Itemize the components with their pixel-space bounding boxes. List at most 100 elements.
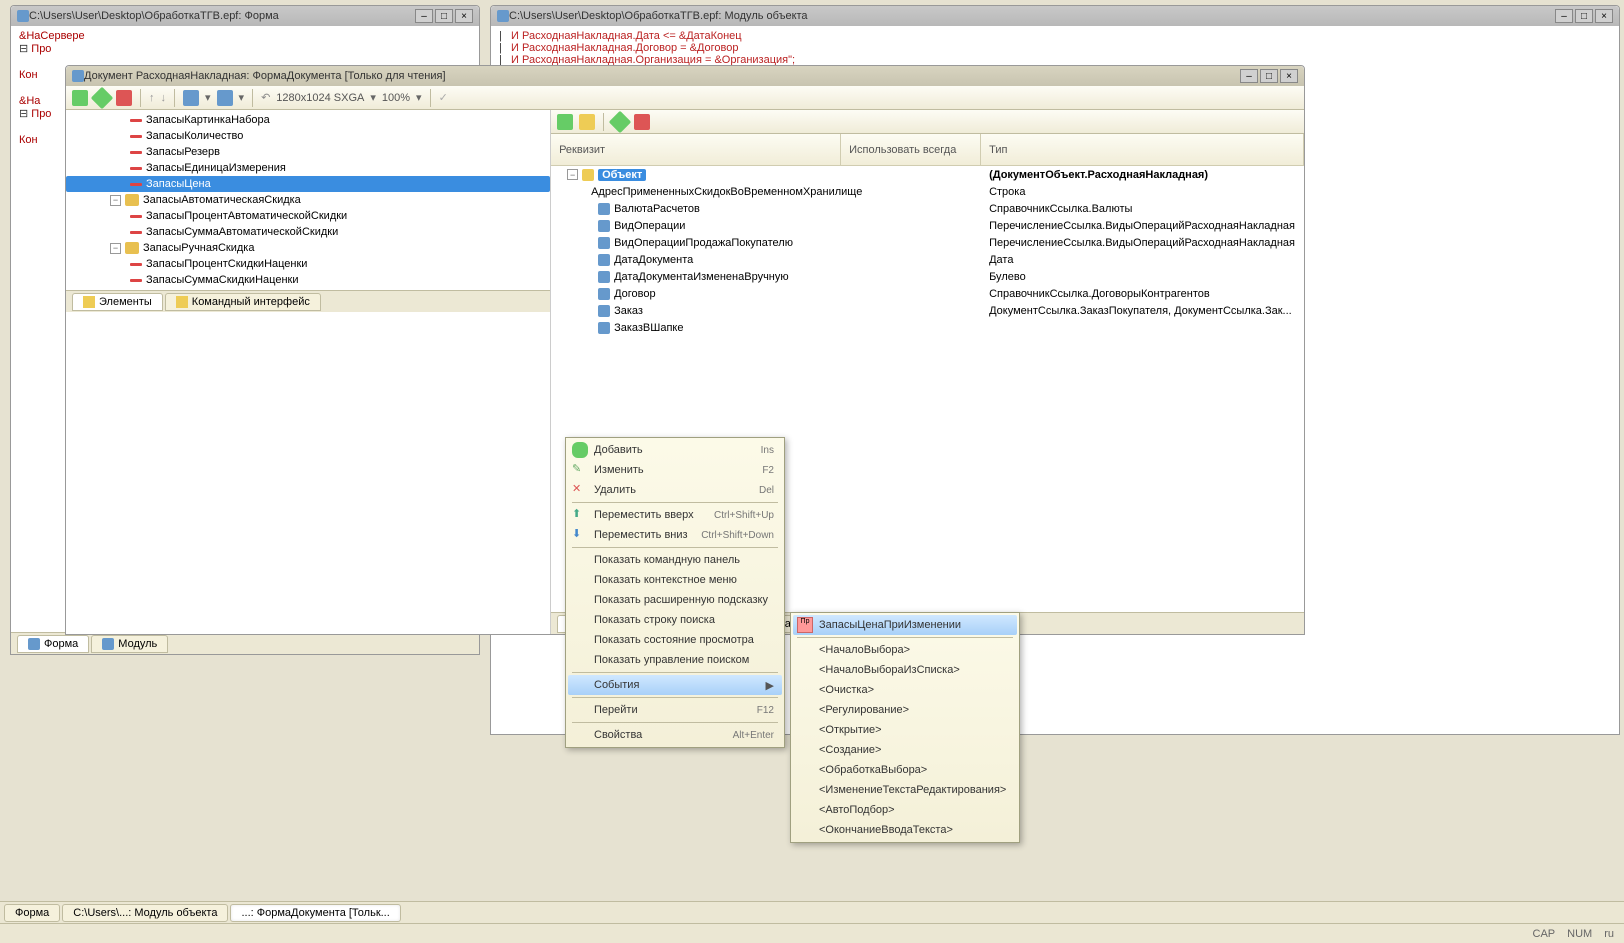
event-item[interactable]: <НачалоВыбора> xyxy=(793,640,1017,660)
task-form-document[interactable]: ...: ФормаДокумента [Тольк... xyxy=(230,904,400,922)
ctx-add[interactable]: ДобавитьIns xyxy=(568,440,782,460)
ctx-properties[interactable]: СвойстваAlt+Enter xyxy=(568,725,782,745)
requisite-row[interactable]: ВидОперацииПеречислениеСсылка.ВидыОперац… xyxy=(551,217,1304,234)
close-button[interactable]: × xyxy=(1280,69,1298,83)
titlebar[interactable]: C:\Users\User\Desktop\ОбработкаТГВ.epf: … xyxy=(491,6,1619,26)
requisite-row[interactable]: ЗаказВШапке xyxy=(551,319,1304,336)
ctx-show-view[interactable]: Показать состояние просмотра xyxy=(568,630,782,650)
status-cap: CAP xyxy=(1533,928,1556,940)
titlebar[interactable]: C:\Users\User\Desktop\ОбработкаТГВ.epf: … xyxy=(11,6,479,26)
event-item[interactable]: <ИзменениеТекстаРедактирования> xyxy=(793,780,1017,800)
ctx-goto[interactable]: ПерейтиF12 xyxy=(568,700,782,720)
up-arrow-icon[interactable]: ↑ xyxy=(149,92,155,104)
code-editor[interactable]: | И РасходнаяНакладная.Дата <= &ДатаКоне… xyxy=(491,26,1619,70)
requisite-row[interactable]: ДатаДокументаДата xyxy=(551,251,1304,268)
event-item[interactable]: <ОкончаниеВводаТекста> xyxy=(793,820,1017,840)
ctx-show-context[interactable]: Показать контекстное меню xyxy=(568,570,782,590)
col-use-always[interactable]: Использовать всегда xyxy=(841,134,981,165)
task-module[interactable]: C:\Users\...: Модуль объекта xyxy=(62,904,228,922)
app-icon xyxy=(497,10,509,22)
requisite-row[interactable]: ЗаказДокументСсылка.ЗаказПокупателя, Док… xyxy=(551,302,1304,319)
window1-tabs: Форма Модуль xyxy=(11,632,479,654)
event-on-change[interactable]: ПрЗапасыЦенаПриИзменении xyxy=(793,615,1017,635)
requisite-row[interactable]: ВидОперацииПродажаПокупателюПеречисление… xyxy=(551,234,1304,251)
delete-icon[interactable] xyxy=(634,114,650,130)
ctx-events[interactable]: События▶ xyxy=(568,675,782,695)
maximize-button[interactable]: □ xyxy=(435,9,453,23)
event-item[interactable]: <ОбработкаВыбора> xyxy=(793,760,1017,780)
tree-item[interactable]: ЗапасыПроцентАвтоматическойСкидки xyxy=(66,208,550,224)
requisite-row[interactable]: −Объект(ДокументОбъект.РасходнаяНакладна… xyxy=(551,166,1304,183)
maximize-button[interactable]: □ xyxy=(1575,9,1593,23)
minimize-button[interactable]: – xyxy=(415,9,433,23)
code-line: Про xyxy=(31,43,51,55)
ctx-delete[interactable]: ✕УдалитьDel xyxy=(568,480,782,500)
tree-item[interactable]: ЗапасыКоличество xyxy=(66,128,550,144)
down-arrow-icon[interactable]: ↓ xyxy=(161,92,167,104)
app-icon xyxy=(17,10,29,22)
dropdown-icon[interactable]: ▾ xyxy=(205,91,211,104)
edit-icon[interactable] xyxy=(91,86,114,109)
close-button[interactable]: × xyxy=(1595,9,1613,23)
add-icon[interactable] xyxy=(557,114,573,130)
tree-item[interactable]: ЗапасыРезерв xyxy=(66,144,550,160)
event-item[interactable]: <АвтоПодбор> xyxy=(793,800,1017,820)
code-line: И РасходнаяНакладная.Договор = &Договор xyxy=(511,42,738,54)
event-item[interactable]: <Очистка> xyxy=(793,680,1017,700)
col-requisite[interactable]: Реквизит xyxy=(551,134,841,165)
edit-icon[interactable] xyxy=(609,110,632,133)
ctx-show-search-mgmt[interactable]: Показать управление поиском xyxy=(568,650,782,670)
column-icon[interactable] xyxy=(579,114,595,130)
window-title: Документ РасходнаяНакладная: ФормаДокуме… xyxy=(84,70,1240,82)
zoom-label[interactable]: 100% xyxy=(382,92,410,104)
tree-item[interactable]: ЗапасыСуммаАвтоматическойСкидки xyxy=(66,224,550,240)
left-pane-tabs: Элементы Командный интерфейс xyxy=(66,290,550,312)
minimize-button[interactable]: – xyxy=(1555,9,1573,23)
close-button[interactable]: × xyxy=(455,9,473,23)
taskbar: Форма C:\Users\...: Модуль объекта ...: … xyxy=(0,901,1624,923)
event-item[interactable]: <Регулирование> xyxy=(793,700,1017,720)
col-type[interactable]: Тип xyxy=(981,134,1304,165)
check-icon[interactable]: ✓ xyxy=(439,91,448,104)
requisite-row[interactable]: ДоговорСправочникСсылка.ДоговорыКонтраге… xyxy=(551,285,1304,302)
titlebar[interactable]: Документ РасходнаяНакладная: ФормаДокуме… xyxy=(66,66,1304,86)
view2-icon[interactable] xyxy=(217,90,233,106)
delete-icon[interactable] xyxy=(116,90,132,106)
tree-item[interactable]: ЗапасыПроцентСкидкиНаценки xyxy=(66,256,550,272)
ctx-move-up[interactable]: ⬆Переместить вверхCtrl+Shift+Up xyxy=(568,505,782,525)
add-icon[interactable] xyxy=(72,90,88,106)
resolution-label[interactable]: 1280x1024 SXGA xyxy=(276,92,364,104)
tree-item[interactable]: ЗапасыСуммаСкидкиНаценки xyxy=(66,272,550,288)
requisite-row[interactable]: АдресПримененныхСкидокВоВременномХранили… xyxy=(551,183,1304,200)
code-line: &НаСервере xyxy=(19,30,471,42)
window-title: C:\Users\User\Desktop\ОбработкаТГВ.epf: … xyxy=(509,10,1555,22)
requisite-row[interactable]: ВалютаРасчетовСправочникСсылка.Валюты xyxy=(551,200,1304,217)
elements-tree[interactable]: ЗапасыКартинкаНабораЗапасыКоличествоЗапа… xyxy=(66,110,550,290)
event-item[interactable]: <Создание> xyxy=(793,740,1017,760)
minimize-button[interactable]: – xyxy=(1240,69,1258,83)
dropdown-icon[interactable]: ▾ xyxy=(239,91,245,104)
event-item[interactable]: <Открытие> xyxy=(793,720,1017,740)
requisite-row[interactable]: ДатаДокументаИзмененаВручнуюБулево xyxy=(551,268,1304,285)
ctx-edit[interactable]: ✎ИзменитьF2 xyxy=(568,460,782,480)
tree-item[interactable]: −ЗапасыРучнаяСкидка xyxy=(66,240,550,256)
ctx-show-search[interactable]: Показать строку поиска xyxy=(568,610,782,630)
context-menu: ДобавитьIns ✎ИзменитьF2 ✕УдалитьDel ⬆Пер… xyxy=(565,437,785,748)
task-form[interactable]: Форма xyxy=(4,904,60,922)
ctx-show-hint[interactable]: Показать расширенную подсказку xyxy=(568,590,782,610)
tree-item[interactable]: ЗапасыЕдиницаИзмерения xyxy=(66,160,550,176)
tree-item[interactable]: ЗапасыЦена xyxy=(66,176,550,192)
tab-form[interactable]: Форма xyxy=(17,635,89,653)
tab-module[interactable]: Модуль xyxy=(91,635,168,653)
ctx-show-panel[interactable]: Показать командную панель xyxy=(568,550,782,570)
event-item[interactable]: <НачалоВыбораИзСписка> xyxy=(793,660,1017,680)
view-icon[interactable] xyxy=(183,90,199,106)
tree-item[interactable]: −ЗапасыАвтоматическаяСкидка xyxy=(66,192,550,208)
app-icon xyxy=(72,70,84,82)
undo-icon[interactable]: ↶ xyxy=(261,91,270,104)
tab-elements[interactable]: Элементы xyxy=(72,293,163,311)
tree-item[interactable]: ЗапасыКартинкаНабора xyxy=(66,112,550,128)
tab-command-interface[interactable]: Командный интерфейс xyxy=(165,293,321,311)
ctx-move-down[interactable]: ⬇Переместить внизCtrl+Shift+Down xyxy=(568,525,782,545)
maximize-button[interactable]: □ xyxy=(1260,69,1278,83)
